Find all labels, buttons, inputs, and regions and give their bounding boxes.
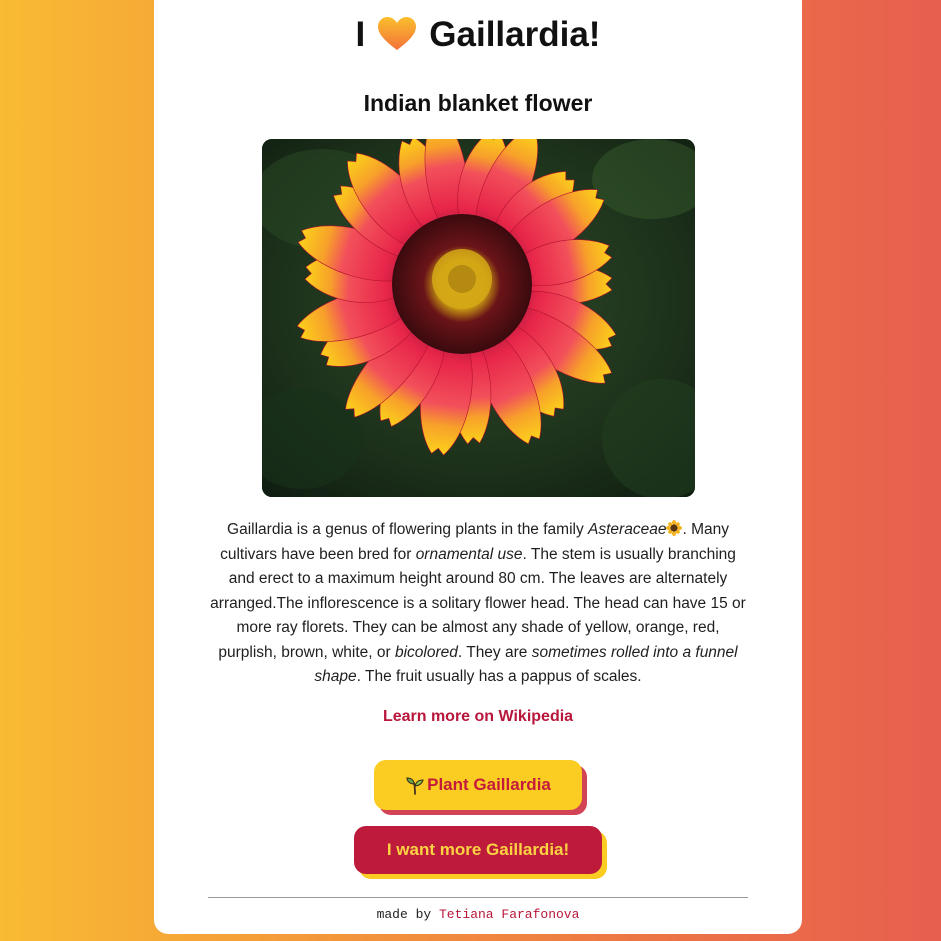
- author-name: Tetiana Farafonova: [438, 907, 580, 922]
- sunflower-icon: [666, 520, 683, 536]
- description-paragraph: Gaillardia is a genus of flowering plant…: [206, 518, 750, 690]
- title-prefix: I: [355, 15, 366, 54]
- desc-bicolored: bicolored: [394, 643, 458, 661]
- desc-part-1: Gaillardia is a genus of flowering plant…: [227, 521, 589, 538]
- credit-prefix: made by: [376, 907, 432, 922]
- desc-ornamental: ornamental use: [415, 545, 523, 563]
- page-subtitle: Indian blanket flower: [363, 90, 593, 116]
- plant-button-label: Plant Gaillardia: [427, 775, 551, 794]
- footer-divider: [208, 897, 748, 898]
- desc-part-5: . The fruit usually has a pappus of scal…: [356, 668, 642, 685]
- sprout-icon: [405, 775, 425, 795]
- main-card: I Gaillardia! Indian blanket flower Gail…: [154, 0, 802, 934]
- plant-gaillardia-button[interactable]: Plant Gaillardia: [374, 760, 582, 810]
- flower-photo: [262, 139, 695, 497]
- want-more-button[interactable]: I want more Gaillardia!: [354, 826, 602, 874]
- desc-family: Asteraceae: [588, 521, 667, 538]
- page-title: I Gaillardia!: [154, 12, 802, 57]
- wikipedia-link[interactable]: Learn more on Wikipedia: [154, 708, 802, 726]
- desc-part-4: . They are: [457, 643, 532, 661]
- orange-heart-icon: [377, 16, 417, 52]
- footer-credit: made by Tetiana Farafonova: [154, 907, 802, 922]
- title-suffix: Gaillardia!: [429, 15, 601, 54]
